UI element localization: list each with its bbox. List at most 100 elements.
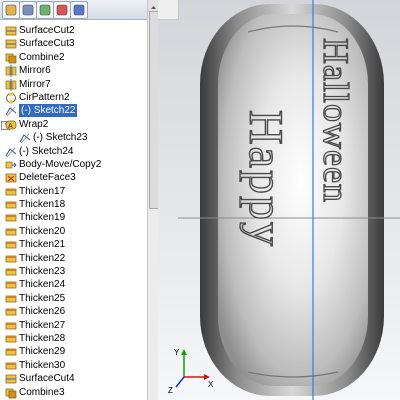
thicken-icon [5, 199, 17, 210]
tree-item-label: Thicken21 [19, 239, 66, 251]
tree-item[interactable]: Thicken28 [0, 332, 147, 345]
sketch-icon [5, 105, 17, 117]
thicken-icon [5, 186, 17, 197]
tree-item[interactable]: Thicken29 [0, 345, 147, 358]
configuration-manager-icon [39, 4, 51, 16]
tree-item[interactable]: Thicken20 [0, 225, 147, 238]
svg-text:A: A [8, 123, 13, 130]
feature-tree: SurfaceCut2 SurfaceCut3 Combine2 Mirror6 Mir… [0, 24, 147, 399]
tree-item-label: Thicken28 [19, 332, 66, 344]
graphics-area[interactable]: Happy Halloween Y X Z [158, 0, 400, 400]
tree-item[interactable]: CirPattern2 [0, 91, 147, 104]
tree-item-label: Mirror7 [19, 78, 51, 90]
embossed-text-halloween: Halloween [316, 38, 356, 203]
thicken-icon [5, 239, 17, 250]
tree-item[interactable]: Thicken21 [0, 238, 147, 251]
tree-item[interactable]: Body-Move/Copy2 [0, 158, 147, 171]
tree-item[interactable]: Thicken23 [0, 265, 147, 278]
tree-item[interactable]: - A Wrap2 [0, 118, 147, 131]
tree-item[interactable]: Thicken18 [0, 198, 147, 211]
tree-item-label: Thicken29 [19, 346, 66, 358]
tree-item-label: Thicken27 [19, 319, 66, 331]
mirror-icon [5, 78, 17, 91]
tree-item[interactable]: Thicken17 [0, 185, 147, 198]
triad-label-x: X [208, 380, 214, 389]
tree-item-label: DeleteFace3 [19, 172, 76, 184]
surface-cut-icon [5, 373, 17, 384]
tree-item[interactable]: Mirror7 [0, 78, 147, 91]
tree-item-label: (-) Sketch22 [19, 104, 78, 118]
tree-item-label: Combine3 [19, 386, 65, 398]
thicken-icon [5, 346, 17, 357]
embossed-text-happy: Happy [239, 110, 292, 248]
combine-icon [5, 387, 17, 398]
dimxpert-icon [56, 4, 68, 16]
triad-label-y: Y [174, 348, 180, 357]
configuration-manager-button[interactable] [36, 1, 54, 19]
tree-item-label: SurfaceCut2 [19, 25, 75, 36]
tree-item[interactable]: Thicken19 [0, 211, 147, 224]
feature-manager-button[interactable] [2, 1, 20, 19]
tree-item-label: Combine2 [19, 51, 65, 63]
surface-cut-icon [5, 38, 17, 49]
tree-item-label: Thicken30 [19, 359, 66, 371]
tree-item[interactable]: Combine3 [0, 386, 147, 399]
tree-item[interactable]: Thicken26 [0, 305, 147, 318]
manager-toolbar [0, 0, 147, 20]
tree-item-label: Mirror6 [19, 65, 51, 77]
delete-face-icon [5, 172, 17, 183]
thicken-icon [5, 293, 17, 304]
tree-item-label: (-) Sketch23 [33, 132, 88, 144]
tree-item[interactable]: Thicken25 [0, 292, 147, 305]
dimxpert-button[interactable] [53, 1, 71, 19]
tree-item[interactable]: (-) Sketch24 [0, 145, 147, 158]
tree-item-label: (-) Sketch24 [19, 145, 74, 157]
tree-item[interactable]: SurfaceCut4 [0, 372, 147, 385]
wrap-icon: A [5, 119, 17, 130]
tree-item[interactable]: Thicken27 [0, 319, 147, 332]
thicken-icon [5, 279, 17, 290]
surface-cut-icon [5, 25, 17, 36]
reference-triad: Y X Z [168, 348, 214, 395]
mirror-icon [5, 65, 17, 78]
body-move-icon [5, 159, 17, 170]
tree-item[interactable]: Mirror6 [0, 64, 147, 78]
tree-item-label: Wrap2 [19, 118, 49, 130]
tree-item-label: Thicken23 [19, 266, 66, 278]
tree-item-label: CirPattern2 [19, 91, 70, 103]
tree-item[interactable]: Thicken30 [0, 359, 147, 372]
combine-icon [5, 52, 17, 64]
tree-item[interactable]: DeleteFace3 [0, 171, 147, 184]
tree-item-label: Thicken22 [19, 252, 66, 264]
tree-item[interactable]: Combine2 [0, 51, 147, 64]
thicken-icon [5, 253, 17, 264]
tree-item[interactable]: SurfaceCut3 [0, 37, 147, 50]
thicken-icon [5, 266, 17, 277]
display-manager-icon [73, 4, 85, 16]
tree-item[interactable]: Thicken22 [0, 252, 147, 265]
tree-item[interactable]: Thicken24 [0, 278, 147, 291]
tree-item-label: SurfaceCut3 [19, 38, 75, 50]
sketch-icon [5, 146, 17, 157]
tree-item-label: Thicken19 [19, 212, 66, 224]
tree-item-label: Thicken20 [19, 225, 66, 237]
thicken-icon [5, 212, 17, 223]
thicken-icon [5, 360, 17, 371]
sketch-icon [19, 132, 31, 144]
tree-item-label: Thicken25 [19, 292, 66, 304]
thicken-icon [5, 226, 17, 237]
tree-item-label: Thicken26 [19, 306, 66, 318]
tree-item-label: Body-Move/Copy2 [19, 158, 102, 170]
thicken-icon [5, 306, 17, 317]
thicken-icon [5, 333, 17, 344]
tree-item-label: Thicken18 [19, 199, 66, 211]
tree-item[interactable]: (-) Sketch23 [0, 131, 147, 144]
property-manager-button[interactable] [19, 1, 37, 19]
display-manager-button[interactable] [70, 1, 88, 19]
tree-item-label: Thicken17 [19, 185, 66, 197]
triad-label-z: Z [168, 386, 173, 395]
tree-item-label: Thicken24 [19, 279, 66, 291]
tree-item[interactable]: SurfaceCut2 [0, 24, 147, 37]
tree-item[interactable]: (-) Sketch22 [0, 104, 147, 118]
thicken-icon [5, 320, 17, 331]
